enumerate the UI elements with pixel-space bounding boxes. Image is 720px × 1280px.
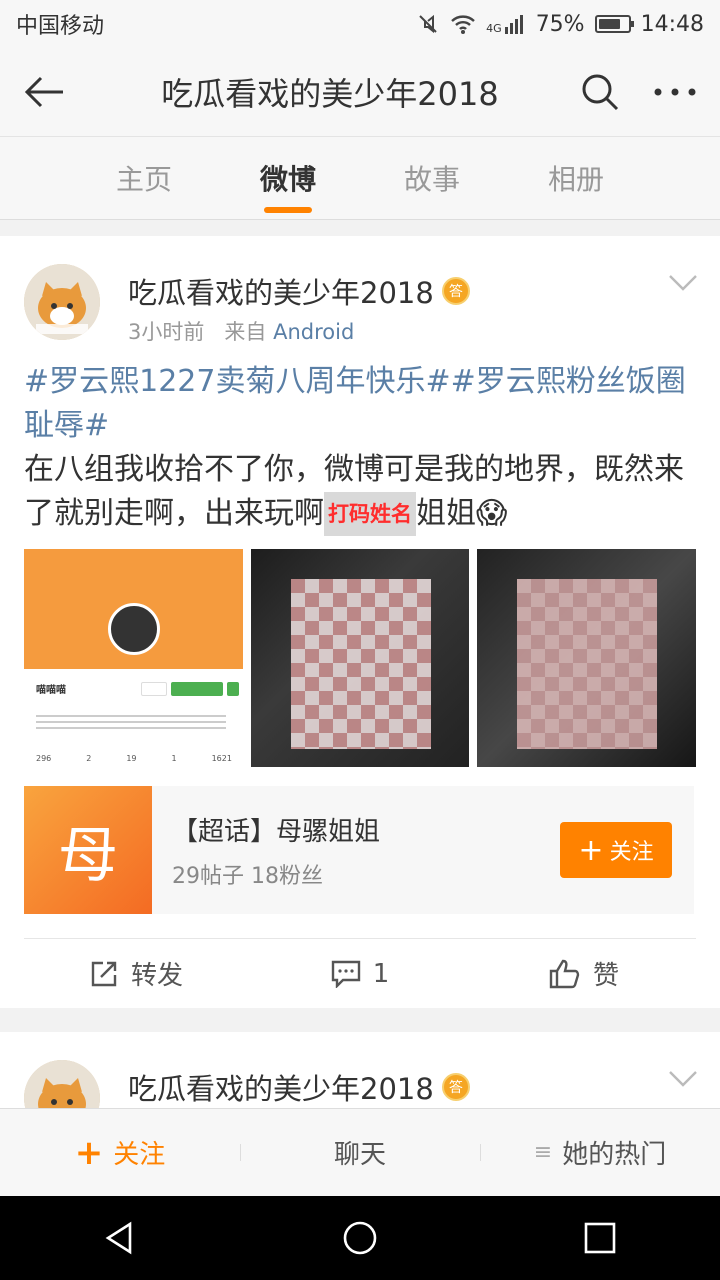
photo-stats: 296 2 19 1 1621 bbox=[36, 754, 232, 763]
photo-stat: 1621 bbox=[211, 754, 232, 763]
chevron-down-icon bbox=[669, 275, 697, 291]
post-from-label: 来自 bbox=[224, 320, 267, 344]
hot-posts-button[interactable]: ≡ 她的热门 bbox=[480, 1134, 720, 1171]
user-badge-icon: 答 bbox=[441, 277, 470, 305]
signal-icon bbox=[504, 15, 523, 34]
menu-lines-icon: ≡ bbox=[533, 1140, 553, 1165]
photo-1[interactable]: 喵喵喵 296 2 19 1 1621 bbox=[24, 549, 243, 767]
post-menu-button[interactable] bbox=[668, 1070, 698, 1092]
post-source[interactable]: Android bbox=[273, 320, 354, 344]
search-icon bbox=[582, 74, 619, 111]
post-text: #罗云熙1227卖菊八周年快乐##罗云熙粉丝饭圈耻辱# 在八组我收拾不了你，微博… bbox=[24, 360, 696, 536]
post-hashtags[interactable]: #罗云熙1227卖菊八周年快乐##罗云熙粉丝饭圈耻辱# bbox=[24, 364, 686, 443]
post-username[interactable]: 吃瓜看戏的美少年2018 答 bbox=[128, 270, 470, 312]
tab-stories[interactable]: 故事 bbox=[360, 137, 504, 219]
censor-overlay: 打码姓名 bbox=[324, 492, 416, 536]
system-nav-bar bbox=[0, 1196, 720, 1280]
tab-home[interactable]: 主页 bbox=[72, 137, 216, 219]
photo-stat: 19 bbox=[126, 754, 137, 763]
post-card: 吃瓜看戏的美少年2018 答 3小时前 来自 Android #罗云熙1227卖… bbox=[0, 236, 720, 1008]
photo-2[interactable] bbox=[250, 549, 470, 767]
profile-tabs: 主页 微博 故事 相册 bbox=[0, 136, 720, 220]
follow-label: 关注 bbox=[113, 1140, 166, 1170]
post-menu-button[interactable] bbox=[668, 274, 698, 296]
super-topic-icon: 母 bbox=[24, 786, 152, 914]
network-type: 4G bbox=[486, 21, 502, 35]
hot-posts-label: 她的热门 bbox=[562, 1140, 667, 1170]
search-button[interactable] bbox=[570, 48, 630, 136]
recents-square-icon[interactable] bbox=[582, 1220, 618, 1256]
pixelated-face bbox=[517, 579, 658, 749]
clock: 14:48 bbox=[640, 11, 704, 37]
tab-album[interactable]: 相册 bbox=[504, 137, 648, 219]
carrier-label: 中国移动 bbox=[16, 14, 105, 39]
follow-button[interactable]: + 关注 bbox=[0, 1133, 240, 1173]
like-label: 赞 bbox=[592, 961, 619, 991]
post-time: 3小时前 bbox=[128, 320, 205, 344]
super-topic-stats: 29帖子 18粉丝 bbox=[172, 863, 323, 889]
back-button[interactable] bbox=[0, 48, 90, 136]
back-arrow-icon bbox=[24, 76, 63, 108]
status-bar: 中国移动 4G 75% 14:48 bbox=[0, 0, 720, 48]
home-circle-icon[interactable] bbox=[342, 1220, 378, 1256]
plus-icon: + bbox=[578, 832, 604, 868]
user-badge-icon: 答 bbox=[441, 1073, 470, 1101]
wifi-icon bbox=[451, 15, 475, 34]
photo-stat: 1 bbox=[171, 754, 177, 763]
photo-stat: 296 bbox=[36, 754, 52, 763]
photo-3[interactable] bbox=[477, 549, 697, 767]
post-meta: 3小时前 来自 Android bbox=[128, 316, 354, 346]
post-body-end: 姐姐 bbox=[416, 496, 476, 531]
avatar[interactable] bbox=[24, 264, 100, 340]
profile-bottom-bar: + 关注 聊天 ≡ 她的热门 bbox=[0, 1108, 720, 1196]
scared-emoji: 😱 bbox=[476, 496, 508, 531]
cat-avatar-image bbox=[24, 264, 100, 340]
comment-count: 1 bbox=[372, 958, 390, 989]
back-triangle-icon[interactable] bbox=[102, 1220, 138, 1256]
comment-button[interactable]: 1 bbox=[248, 939, 472, 1008]
battery-icon bbox=[594, 15, 634, 33]
super-topic-follow-button[interactable]: + 关注 bbox=[560, 822, 672, 878]
follow-label: 关注 bbox=[609, 840, 654, 865]
chat-label: 聊天 bbox=[333, 1140, 386, 1170]
comment-icon bbox=[331, 960, 360, 988]
post-card-2: 吃瓜看戏的美少年2018 答 bbox=[0, 1032, 720, 1112]
thumbs-up-icon bbox=[549, 959, 580, 988]
title-bar: 吃瓜看戏的美少年2018 bbox=[0, 48, 720, 136]
repost-label: 转发 bbox=[130, 961, 183, 991]
cat-avatar-image bbox=[24, 1060, 100, 1112]
avatar[interactable] bbox=[24, 1060, 100, 1112]
profile-face bbox=[108, 603, 160, 655]
tab-weibo[interactable]: 微博 bbox=[216, 137, 360, 219]
super-topic-title: 【超话】母骡姐姐 bbox=[172, 816, 381, 847]
post-actions: 转发 1 赞 bbox=[24, 938, 696, 1008]
repost-button[interactable]: 转发 bbox=[24, 939, 248, 1008]
post-username[interactable]: 吃瓜看戏的美少年2018 答 bbox=[128, 1066, 470, 1108]
super-topic-card[interactable]: 母 【超话】母骡姐姐 29帖子 18粉丝 + 关注 bbox=[24, 786, 694, 914]
plus-icon: + bbox=[74, 1132, 104, 1173]
pixelated-face bbox=[290, 579, 431, 749]
photo-username: 喵喵喵 bbox=[36, 685, 66, 696]
like-button[interactable]: 赞 bbox=[472, 939, 696, 1008]
page-title: 吃瓜看戏的美少年2018 bbox=[161, 75, 499, 113]
chevron-down-icon bbox=[669, 1071, 697, 1087]
mute-icon bbox=[419, 14, 437, 34]
more-dots-icon bbox=[654, 88, 696, 96]
photo-stat: 2 bbox=[86, 754, 92, 763]
post-photos: 喵喵喵 296 2 19 1 1621 bbox=[24, 549, 697, 767]
username-text: 吃瓜看戏的美少年2018 bbox=[128, 276, 434, 310]
more-button[interactable] bbox=[630, 48, 720, 136]
battery-percent: 75% bbox=[535, 11, 585, 37]
username-text: 吃瓜看戏的美少年2018 bbox=[128, 1072, 434, 1106]
repost-icon bbox=[91, 961, 117, 986]
chat-button[interactable]: 聊天 bbox=[240, 1134, 480, 1171]
